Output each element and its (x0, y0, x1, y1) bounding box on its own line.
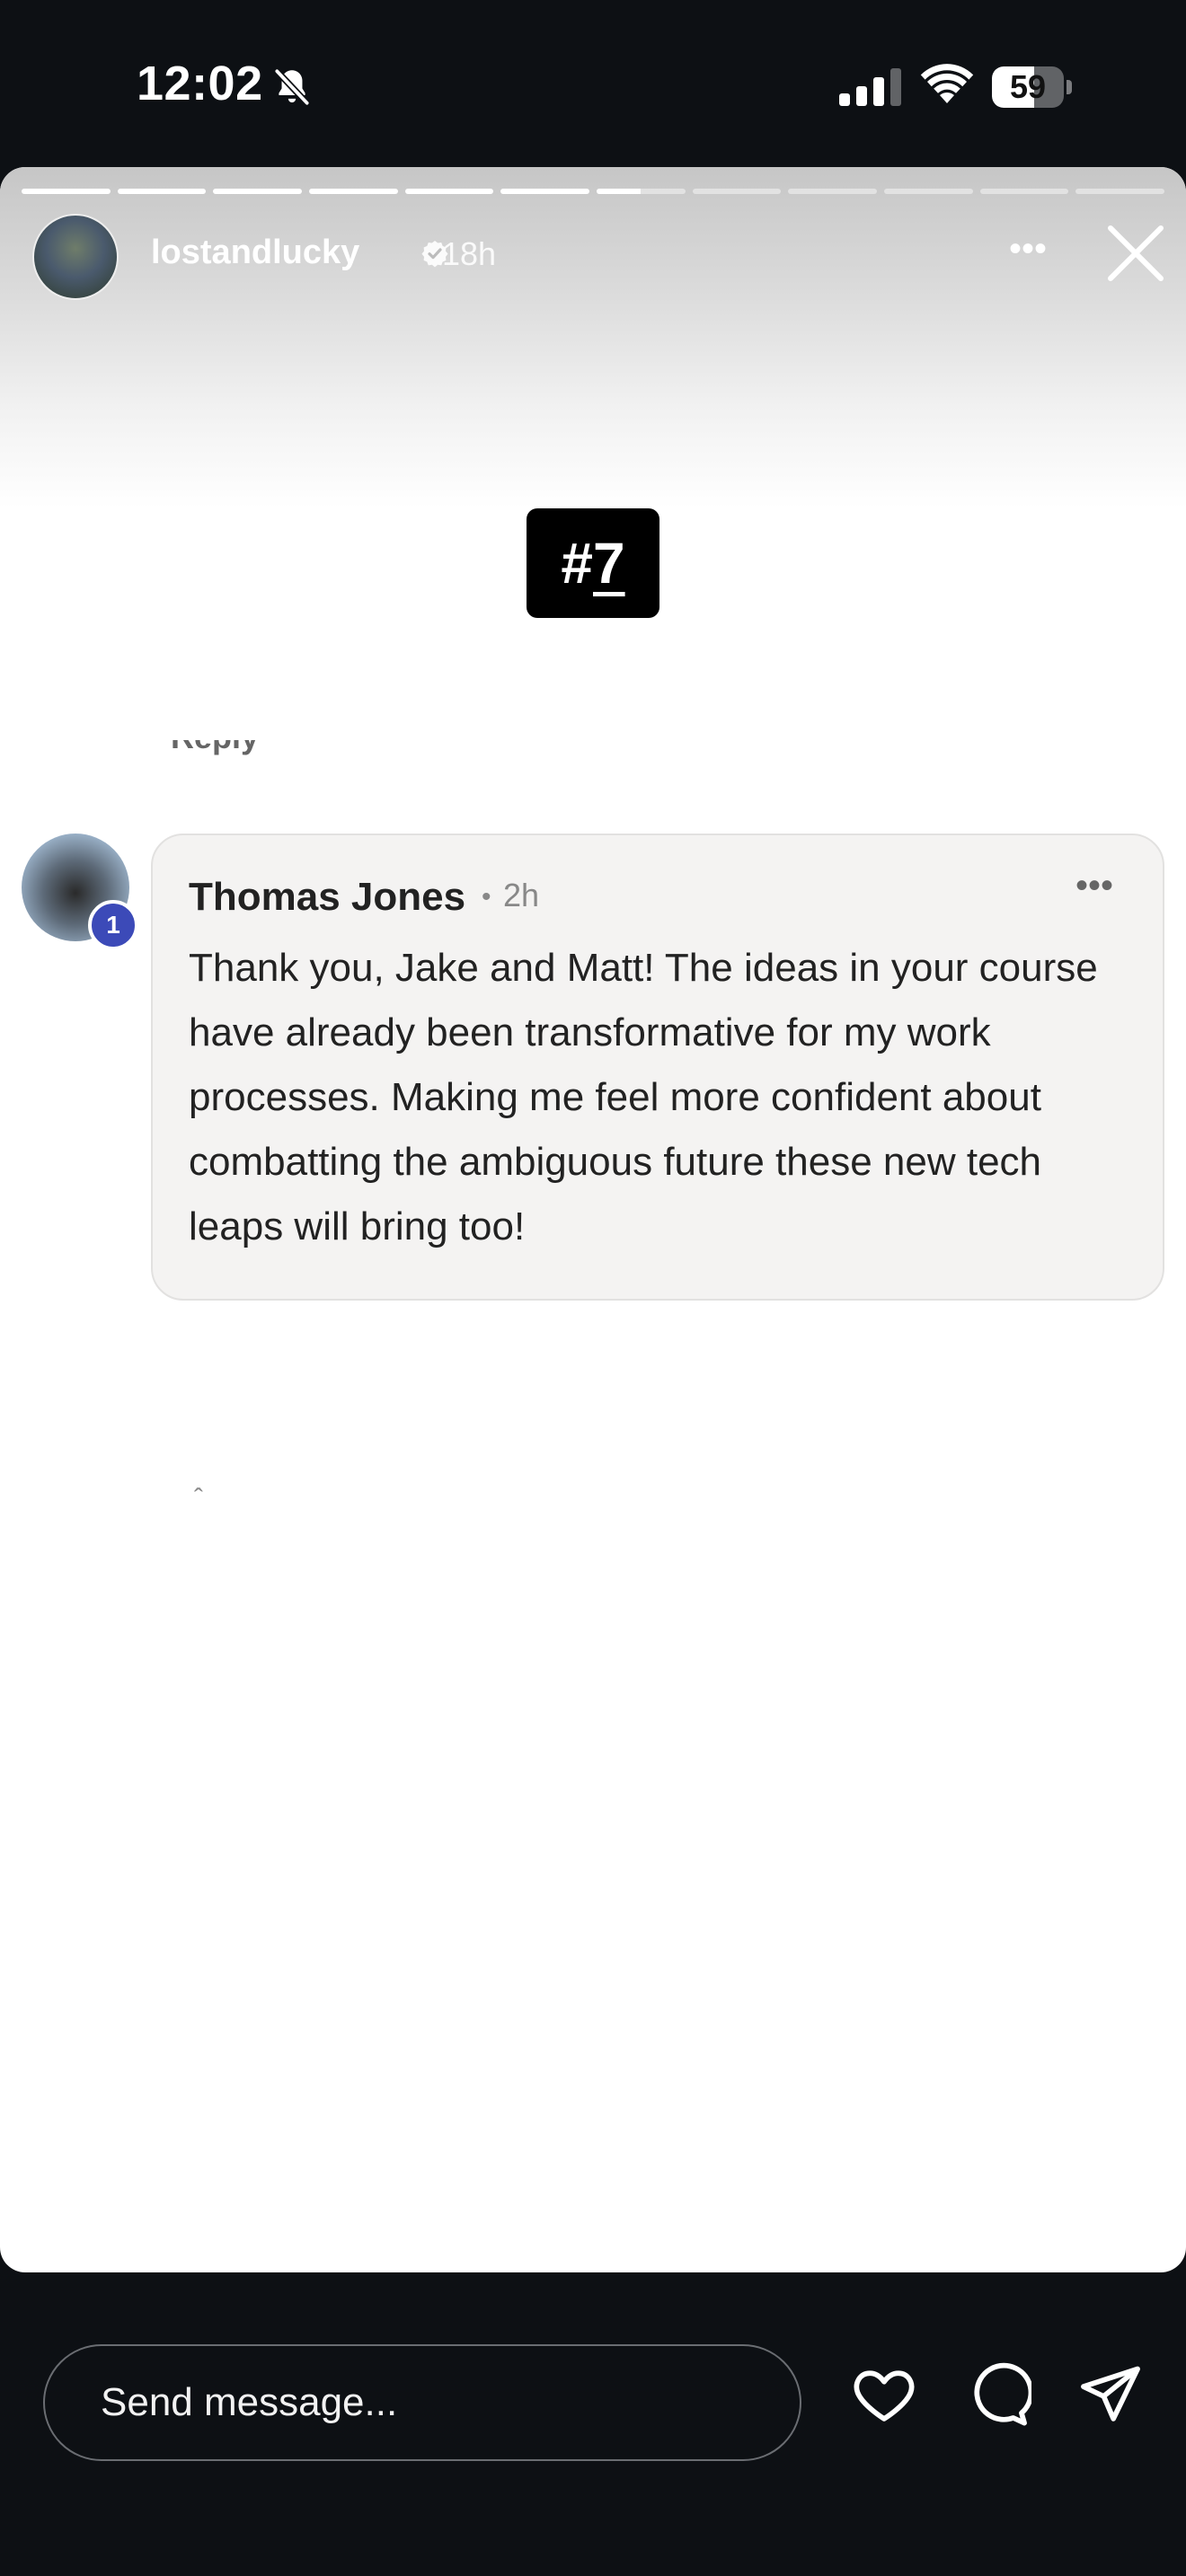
rank-badge: 1 (88, 900, 138, 950)
comment-author: Thomas Jones (189, 875, 466, 919)
story-progress-segment-fill (404, 189, 494, 194)
wifi-icon (920, 64, 974, 103)
story-reply-bar (0, 2272, 1186, 2576)
cellular-signal-icon (839, 68, 901, 106)
story-progress-segment (22, 189, 111, 194)
comment-bubble: Thomas Jones • 2h ••• Thank you, Jake an… (151, 834, 1164, 1301)
comment-text: Thank you, Jake and Matt! The ideas in y… (189, 946, 1098, 1248)
send-message-input[interactable] (43, 2344, 801, 2461)
story-progress-segment-fill (309, 189, 398, 194)
comment-separator: • (482, 882, 491, 912)
story-progress-segment (788, 189, 878, 194)
story-progress-segment-fill (213, 189, 303, 194)
story-progress-segment (404, 189, 494, 194)
comment-time: 2h (503, 877, 540, 913)
story-number-sticker: #7 (527, 508, 659, 618)
close-icon[interactable] (1100, 217, 1172, 289)
story-progress-segment (979, 189, 1069, 194)
story-progress-segment (309, 189, 398, 194)
comment-more-icon: ••• (1075, 866, 1113, 905)
status-time: 12:02 (137, 57, 263, 110)
sticker-number: 7 (593, 531, 625, 595)
story-progress-segment (500, 189, 590, 194)
story-progress-segment (1075, 189, 1165, 194)
story-progress-segment (117, 189, 207, 194)
story-author-avatar[interactable] (32, 214, 119, 300)
sticker-prefix: # (561, 531, 593, 595)
battery-level: 59 (1009, 68, 1047, 105)
story-progress-segment (597, 189, 686, 194)
paper-plane-icon[interactable] (1076, 2360, 1145, 2429)
cropped-reply-label: Reply (171, 740, 259, 756)
story-progress-bar (22, 189, 1165, 194)
status-bar: 12:02 59 (0, 0, 1186, 167)
more-horizontal-icon[interactable]: ••• (1001, 226, 1055, 280)
story-posted-time: 18h (442, 235, 497, 272)
battery-icon: 59 (992, 66, 1073, 108)
story-progress-segment (884, 189, 973, 194)
story-progress-segment (692, 189, 782, 194)
story-header: lostandlucky 18h ••• (32, 214, 1164, 304)
story-progress-segment-fill (117, 189, 207, 194)
heart-icon[interactable] (850, 2360, 918, 2429)
story-progress-segment-fill (500, 189, 590, 194)
comment-bubble-icon[interactable] (963, 2360, 1031, 2429)
story-progress-segment-fill (597, 189, 642, 194)
story-progress-segment-fill (22, 189, 111, 194)
bell-slash-icon (274, 68, 310, 106)
collapse-caret-icon: ˆ (194, 1484, 203, 1513)
story-username[interactable]: lostandlucky (151, 234, 359, 272)
cropped-reply-row: Reply (171, 740, 530, 767)
story-progress-segment (213, 189, 303, 194)
